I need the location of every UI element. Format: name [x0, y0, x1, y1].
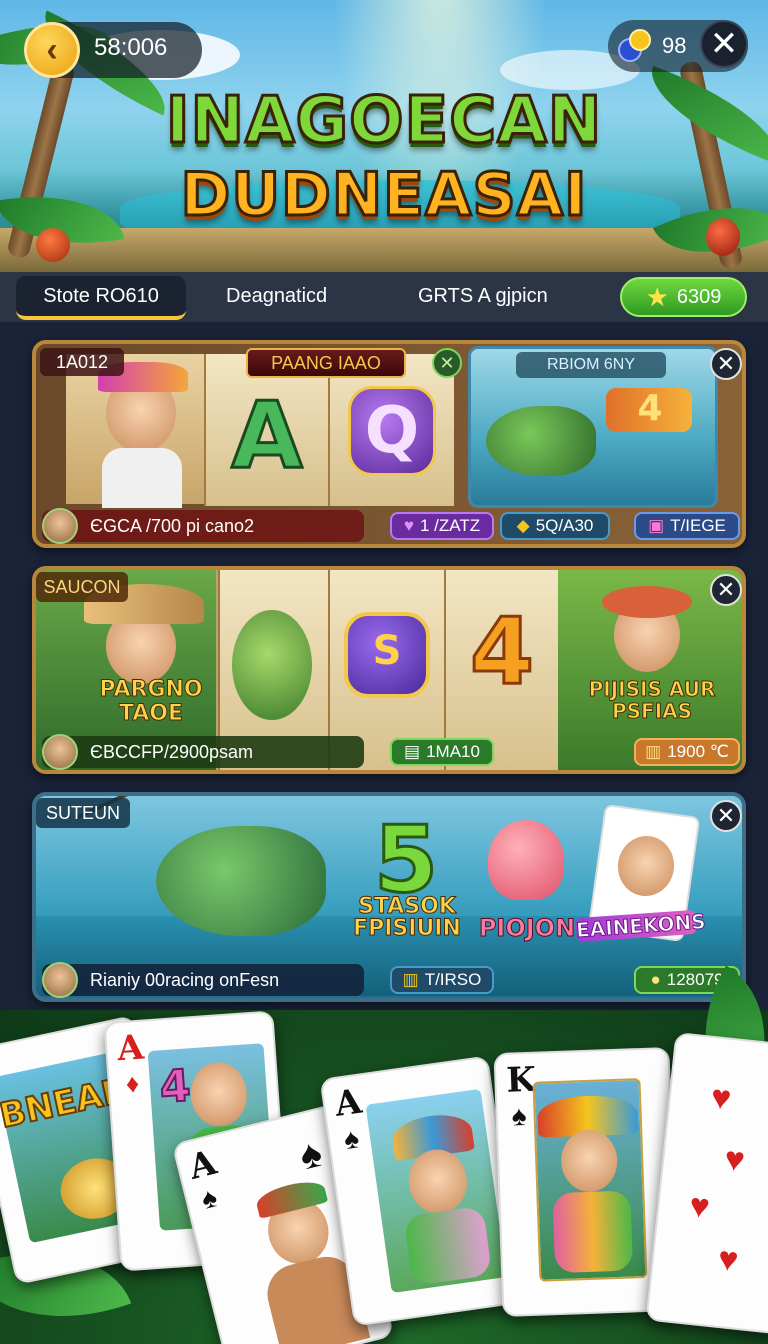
- book-icon: ▤: [404, 742, 421, 761]
- chip-tickets: ▣ T/IEGE: [634, 512, 740, 540]
- check-icon[interactable]: ✕: [432, 348, 462, 378]
- fish-image: [486, 406, 596, 476]
- heart-symbol: [488, 820, 564, 900]
- chip-gold: ▥ 1900 ℃: [634, 738, 740, 766]
- tab-deagnaticd[interactable]: Deagnaticd: [226, 272, 327, 320]
- slot-symbol-4: 4: [468, 597, 535, 707]
- card-rank: A: [332, 1081, 365, 1125]
- chip-items: ▤ 1MA10: [390, 738, 494, 766]
- spade-icon: ♠: [295, 1130, 327, 1179]
- tab-grts[interactable]: GRTS A gjpicn: [418, 272, 548, 320]
- heart-icon: ♥: [722, 1139, 747, 1180]
- card-3-close-button[interactable]: ✕: [710, 800, 742, 832]
- close-icon: ✕: [716, 803, 736, 828]
- close-icon: ✕: [716, 351, 736, 376]
- card-footer: ЄGCA /700 pi cano2: [42, 510, 364, 542]
- spade-icon: ♠: [198, 1181, 221, 1215]
- game-title-line2: DUDNEASAI: [179, 159, 588, 232]
- heart-icon: ♥: [716, 1239, 741, 1280]
- card-rank: A: [185, 1142, 221, 1188]
- fish-image: [156, 826, 326, 936]
- card-rank: A: [116, 1027, 146, 1070]
- ticket-icon: ▣: [648, 516, 665, 535]
- card-title: PAANG IAAO: [246, 348, 406, 378]
- coin-icon: ●: [650, 970, 661, 989]
- back-button[interactable]: ‹: [24, 22, 80, 78]
- avatar: [42, 734, 78, 770]
- spade-icon: ♠: [341, 1122, 361, 1156]
- score-value: 6309: [676, 285, 722, 308]
- card-footer: Rianiy 00racing onFesn: [42, 964, 364, 996]
- caption-2: PIOJON: [478, 914, 576, 943]
- fruit: [36, 228, 70, 262]
- card-1-close-button[interactable]: ✕: [710, 348, 742, 380]
- card-2-close-button[interactable]: ✕: [710, 574, 742, 606]
- chip-scrolls: ▥ T/IRSO: [390, 966, 494, 994]
- left-caption: PARGNO TAOE: [99, 677, 203, 726]
- chip-hearts: ♥ 1 /ZATZ: [390, 512, 494, 540]
- slot-symbol-q: Q: [364, 394, 420, 468]
- score-pill[interactable]: ★ 6309: [620, 277, 747, 317]
- game-title-line1: INAGOECAN: [164, 83, 603, 160]
- star-icon: ★: [645, 281, 669, 312]
- card-footer: ЄBCCFP/2900psam: [42, 736, 364, 768]
- spade-icon: ♠: [511, 1100, 528, 1132]
- heart-icon: ♥: [687, 1186, 712, 1227]
- close-button[interactable]: ✕: [700, 20, 748, 68]
- avatar: [42, 508, 78, 544]
- timer-text: 58:006: [94, 34, 168, 61]
- scroll-icon: ▥: [402, 970, 419, 989]
- card-tag: SAUCON: [36, 572, 128, 602]
- heart-icon: ♥: [709, 1078, 734, 1118]
- avatar: [42, 962, 78, 998]
- fish-symbol: [232, 610, 312, 720]
- scroll-icon: ▥: [645, 742, 662, 761]
- card-tag: 1A012: [40, 348, 124, 376]
- close-icon: ✕: [716, 577, 736, 602]
- diamond-icon: ♦: [124, 1067, 141, 1099]
- card-tag: SUTEUN: [36, 798, 130, 828]
- game-card-2[interactable]: PARGNO TAOE S 4 PIJISIS AUR PSFIAS SAUCO…: [32, 566, 746, 774]
- game-card-1[interactable]: A Q PAANG IAAO 1A012 RBIOM 6NY 4 ✕ ✕ ЄGC…: [32, 340, 746, 548]
- close-icon: ✕: [709, 25, 739, 63]
- playing-card-4[interactable]: A ♠: [319, 1055, 523, 1327]
- coin-icon: [618, 29, 651, 62]
- heart-icon: ♥: [403, 516, 414, 535]
- coin-count: 98: [662, 33, 687, 58]
- right-caption: PIJISIS AUR PSFIAS: [588, 677, 716, 723]
- side-title: RBIOM 6NY: [516, 352, 666, 378]
- tab-store[interactable]: Stote RO610: [16, 276, 186, 320]
- slot-symbol-a: A: [230, 381, 304, 491]
- chip-gems: ◆ 5Q/A30: [500, 512, 610, 540]
- gem-icon: ◆: [516, 516, 530, 535]
- game-card-3[interactable]: 5 STASOK FPISIUIN PIOJON EAINEKONS SUTEU…: [32, 792, 746, 1002]
- back-arrow-icon: ‹: [46, 30, 58, 69]
- caption-1: STASOK FPISIUIN: [353, 894, 462, 941]
